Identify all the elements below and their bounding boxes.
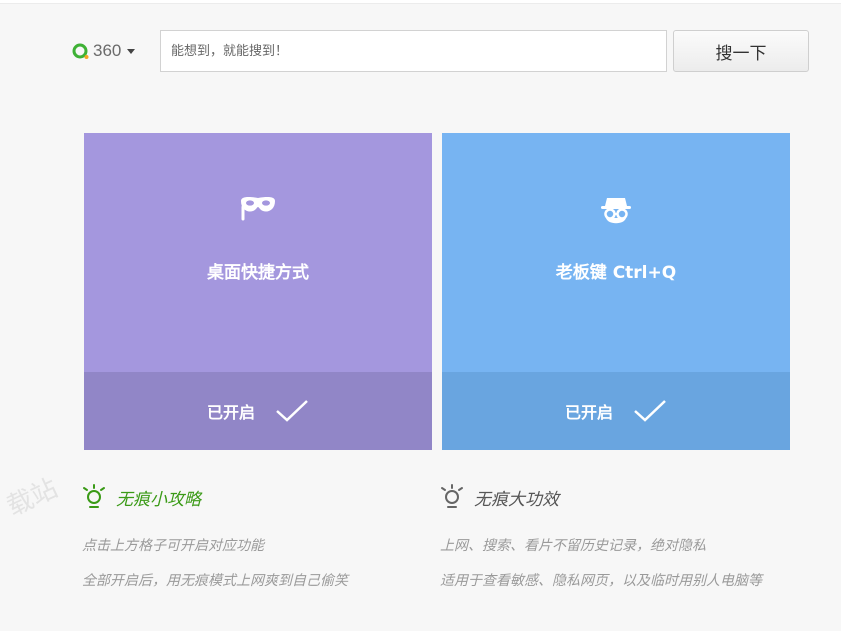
top-strip xyxy=(0,0,841,4)
tips-title: 无痕小攻略 xyxy=(116,489,201,510)
benefits-header: 无痕大功效 xyxy=(440,484,559,510)
desktop-shortcut-card[interactable]: 桌面快捷方式 已开启 xyxy=(84,133,432,450)
tip-line: 全部开启后，用无痕模式上网爽到自己偷笑 xyxy=(82,573,348,589)
watermark: 载站 xyxy=(2,473,63,523)
checkmark-icon xyxy=(634,400,666,422)
status-bar: 已开启 xyxy=(84,372,432,450)
search-engine-logo-icon xyxy=(72,43,89,59)
search-engine-name: 360 xyxy=(93,41,122,60)
card-title: 桌面快捷方式 xyxy=(207,263,309,283)
search-button[interactable]: 搜一下 xyxy=(673,30,809,72)
mask-icon xyxy=(241,197,275,221)
status-text: 已开启 xyxy=(206,403,255,422)
status-text: 已开启 xyxy=(564,403,613,422)
card-title: 老板键 Ctrl+Q xyxy=(555,263,677,283)
benefits-title: 无痕大功效 xyxy=(474,489,559,510)
lightbulb-icon xyxy=(441,484,463,508)
incognito-icon xyxy=(601,198,631,224)
benefit-line: 适用于查看敏感、隐私网页，以及临时用别人电脑等 xyxy=(440,573,762,589)
tip-line: 点击上方格子可开启对应功能 xyxy=(82,538,264,554)
search-engine-selector[interactable]: 360 xyxy=(72,30,154,72)
checkmark-icon xyxy=(276,400,308,422)
benefit-line: 上网、搜索、看片不留历史记录，绝对隐私 xyxy=(440,538,706,554)
chevron-down-icon xyxy=(127,49,136,54)
tips-header: 无痕小攻略 xyxy=(82,484,201,510)
lightbulb-icon xyxy=(83,484,105,508)
boss-key-card[interactable]: 老板键 Ctrl+Q 已开启 xyxy=(442,133,790,450)
status-bar: 已开启 xyxy=(442,372,790,450)
search-input[interactable] xyxy=(160,30,667,72)
